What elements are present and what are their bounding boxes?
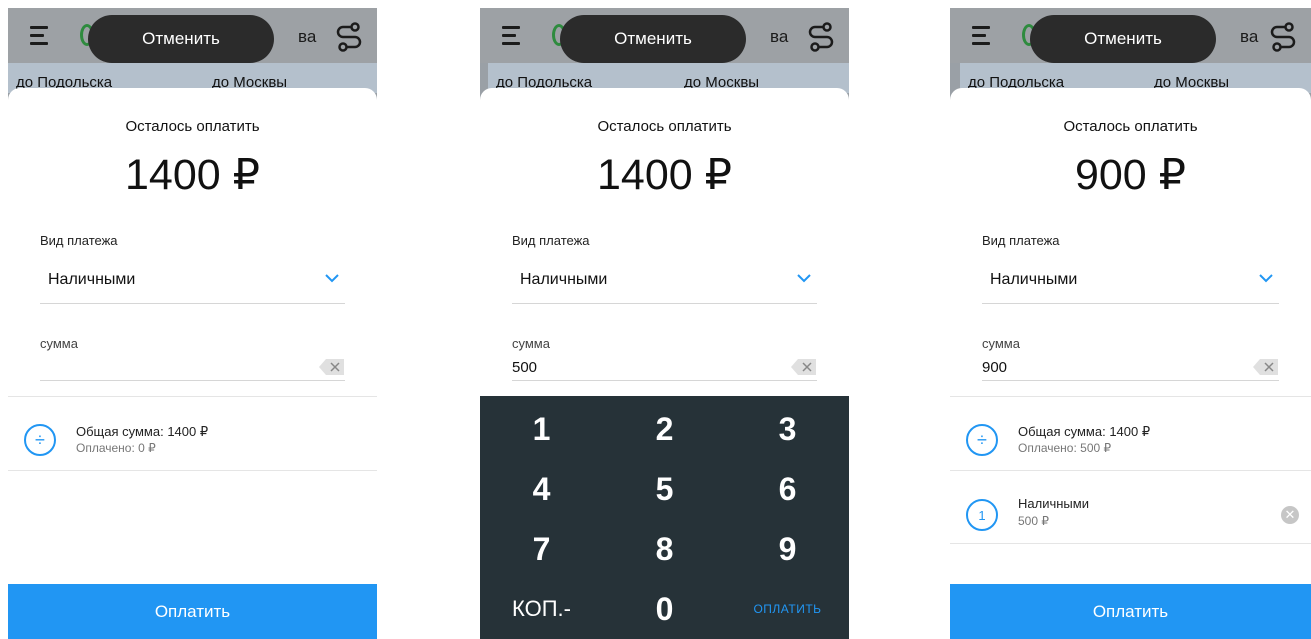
divider: [8, 396, 377, 397]
remain-label: Осталось оплатить: [597, 118, 732, 135]
pay-type-label: Вид платежа: [512, 233, 590, 248]
pay-type-select[interactable]: Наличными: [512, 263, 817, 304]
key-8[interactable]: 8: [603, 519, 726, 579]
cancel-button[interactable]: Отменить: [560, 15, 746, 63]
key-7[interactable]: 7: [480, 519, 603, 579]
sum-label: сумма: [982, 336, 1020, 351]
divider: [950, 470, 1311, 471]
backspace-icon[interactable]: [319, 358, 345, 376]
sum-value: 500: [512, 359, 538, 376]
payment-method: Наличными: [1018, 496, 1089, 511]
paid-sum: Оплачено: 0 ₽: [76, 441, 156, 455]
key-pay[interactable]: ОПЛАТИТЬ: [726, 579, 849, 639]
divide-icon: ÷: [966, 424, 998, 456]
key-9[interactable]: 9: [726, 519, 849, 579]
screen-2: ва Отменить до Подольска до Москвы Остал…: [480, 8, 849, 639]
payment-index: 1: [966, 499, 998, 531]
key-kopecks[interactable]: КОП.-: [480, 579, 603, 639]
total-sum: Общая сумма: 1400 ₽: [1018, 424, 1151, 439]
pay-type-select[interactable]: Наличными: [982, 263, 1279, 304]
route-icon[interactable]: [335, 22, 363, 52]
menu-icon[interactable]: [972, 26, 994, 46]
cancel-button[interactable]: Отменить: [88, 15, 274, 63]
page-title: ва: [770, 27, 789, 46]
remain-amount: 1400 ₽: [125, 151, 260, 199]
screen-1: ва Отменить до Подольска до Москвы Остал…: [8, 8, 377, 639]
screen-3: ва Отменить до Подольска до Москвы Остал…: [950, 8, 1311, 639]
route-icon[interactable]: [1269, 22, 1297, 52]
divider: [950, 396, 1311, 397]
remain-label: Осталось оплатить: [125, 118, 260, 135]
sum-input[interactable]: [40, 353, 345, 381]
cancel-button[interactable]: Отменить: [1030, 15, 1216, 63]
menu-icon[interactable]: [502, 26, 524, 46]
sum-label: сумма: [40, 336, 78, 351]
pay-type-label: Вид платежа: [40, 233, 118, 248]
route-icon[interactable]: [807, 22, 835, 52]
key-4[interactable]: 4: [480, 459, 603, 519]
pay-type-value: Наличными: [520, 271, 608, 288]
pay-type-label: Вид платежа: [982, 233, 1060, 248]
chevron-down-icon: [325, 274, 339, 283]
payment-amount: 500 ₽: [1018, 514, 1049, 528]
key-2[interactable]: 2: [603, 399, 726, 459]
chevron-down-icon: [797, 274, 811, 283]
divider: [8, 470, 377, 471]
page-title: ва: [1240, 27, 1259, 46]
chevron-down-icon: [1259, 274, 1273, 283]
divide-icon: ÷: [24, 424, 56, 456]
pay-type-value: Наличными: [48, 271, 136, 288]
remain-amount: 1400 ₽: [597, 151, 732, 199]
key-0[interactable]: 0: [603, 579, 726, 639]
divider: [950, 543, 1311, 544]
remove-payment-icon[interactable]: ✕: [1281, 506, 1299, 524]
paid-sum: Оплачено: 500 ₽: [1018, 441, 1112, 455]
sum-label: сумма: [512, 336, 550, 351]
payment-sheet: Осталось оплатить 1400 ₽ Вид платежа Нал…: [8, 88, 377, 639]
numeric-keypad: 1 2 3 4 5 6 7 8 9 КОП.- 0 ОПЛАТИТЬ: [480, 396, 849, 639]
key-3[interactable]: 3: [726, 399, 849, 459]
remain-amount: 900 ₽: [1074, 151, 1187, 199]
menu-icon[interactable]: [30, 26, 52, 46]
backspace-icon[interactable]: [1253, 358, 1279, 376]
payment-sheet: Осталось оплатить 900 ₽ Вид платежа Нали…: [950, 88, 1311, 639]
pay-button[interactable]: Оплатить: [8, 584, 377, 639]
pay-button[interactable]: Оплатить: [950, 584, 1311, 639]
page-title: ва: [298, 27, 317, 46]
pay-type-value: Наличными: [990, 271, 1078, 288]
backspace-icon[interactable]: [791, 358, 817, 376]
total-sum: Общая сумма: 1400 ₽: [76, 424, 209, 439]
key-5[interactable]: 5: [603, 459, 726, 519]
key-1[interactable]: 1: [480, 399, 603, 459]
sum-value: 900: [982, 359, 1008, 376]
sum-input[interactable]: 500: [512, 353, 817, 381]
sum-input[interactable]: 900: [982, 353, 1279, 381]
key-6[interactable]: 6: [726, 459, 849, 519]
pay-type-select[interactable]: Наличными: [40, 263, 345, 304]
remain-label: Осталось оплатить: [1063, 118, 1198, 135]
